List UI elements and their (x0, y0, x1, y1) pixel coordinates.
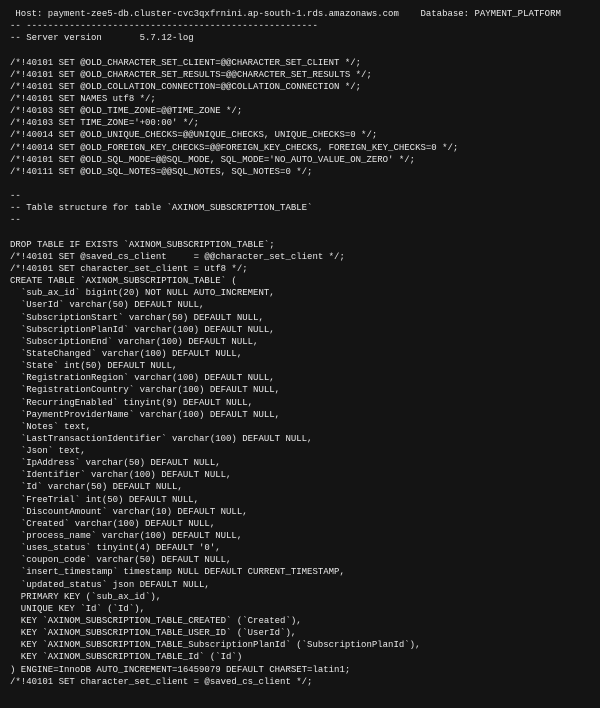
terminal-line: -- (10, 190, 590, 202)
terminal-line (10, 178, 590, 190)
terminal-line: DROP TABLE IF EXISTS `AXINOM_SUBSCRIPTIO… (10, 239, 590, 251)
terminal-line: -- (10, 214, 590, 226)
terminal-line: ) ENGINE=InnoDB AUTO_INCREMENT=16459079 … (10, 664, 590, 676)
terminal-line: CREATE TABLE `AXINOM_SUBSCRIPTION_TABLE`… (10, 275, 590, 287)
terminal-line: -- -------------------------------------… (10, 20, 590, 32)
terminal-line: `Id` varchar(50) DEFAULT NULL, (10, 481, 590, 493)
terminal-line: `IpAddress` varchar(50) DEFAULT NULL, (10, 457, 590, 469)
terminal-line: `Identifier` varchar(100) DEFAULT NULL, (10, 469, 590, 481)
terminal-line: `Json` text, (10, 445, 590, 457)
terminal-line: /*!40101 SET character_set_client = utf8… (10, 263, 590, 275)
terminal-line: `StateChanged` varchar(100) DEFAULT NULL… (10, 348, 590, 360)
terminal-line: -- Table structure for table `AXINOM_SUB… (10, 202, 590, 214)
terminal-line: PRIMARY KEY (`sub_ax_id`), (10, 591, 590, 603)
terminal-line: `State` int(50) DEFAULT NULL, (10, 360, 590, 372)
terminal-line: `UserId` varchar(50) DEFAULT NULL, (10, 299, 590, 311)
terminal-line: `Notes` text, (10, 421, 590, 433)
terminal-line: `DiscountAmount` varchar(10) DEFAULT NUL… (10, 506, 590, 518)
terminal-line: `RegistrationCountry` varchar(100) DEFAU… (10, 384, 590, 396)
terminal-line: `SubscriptionPlanId` varchar(100) DEFAUL… (10, 324, 590, 336)
terminal-line: /*!40103 SET @OLD_TIME_ZONE=@@TIME_ZONE … (10, 105, 590, 117)
terminal-line: KEY `AXINOM_SUBSCRIPTION_TABLE_Id` (`Id`… (10, 651, 590, 663)
terminal-line: /*!40101 SET character_set_client = @sav… (10, 676, 590, 688)
terminal-line: /*!40014 SET @OLD_FOREIGN_KEY_CHECKS=@@F… (10, 142, 590, 154)
terminal-line (10, 688, 590, 700)
terminal-line: Host: payment-zee5-db.cluster-cvc3qxfrni… (10, 8, 590, 20)
terminal-line: `FreeTrial` int(50) DEFAULT NULL, (10, 494, 590, 506)
terminal-line: `RecurringEnabled` tinyint(9) DEFAULT NU… (10, 397, 590, 409)
terminal-line: `PaymentProviderName` varchar(100) DEFAU… (10, 409, 590, 421)
terminal-line: /*!40101 SET @OLD_SQL_MODE=@@SQL_MODE, S… (10, 154, 590, 166)
terminal-line: -- Server version 5.7.12-log (10, 32, 590, 44)
terminal-line: `Created` varchar(100) DEFAULT NULL, (10, 518, 590, 530)
terminal-line: /*!40101 SET NAMES utf8 */; (10, 93, 590, 105)
terminal-line: /*!40101 SET @OLD_CHARACTER_SET_CLIENT=@… (10, 57, 590, 69)
terminal-line: `sub_ax_id` bigint(20) NOT NULL AUTO_INC… (10, 287, 590, 299)
terminal-line: /*!40101 SET @OLD_COLLATION_CONNECTION=@… (10, 81, 590, 93)
terminal-line: /*!40103 SET TIME_ZONE='+00:00' */; (10, 117, 590, 129)
terminal-line: KEY `AXINOM_SUBSCRIPTION_TABLE_CREATED` … (10, 615, 590, 627)
terminal-line: `RegistrationRegion` varchar(100) DEFAUL… (10, 372, 590, 384)
terminal-line: UNIQUE KEY `Id` (`Id`), (10, 603, 590, 615)
terminal-line: KEY `AXINOM_SUBSCRIPTION_TABLE_Subscript… (10, 639, 590, 651)
terminal-line: `coupon_code` varchar(50) DEFAULT NULL, (10, 554, 590, 566)
terminal-line: `SubscriptionEnd` varchar(100) DEFAULT N… (10, 336, 590, 348)
terminal-line: /*!40014 SET @OLD_UNIQUE_CHECKS=@@UNIQUE… (10, 129, 590, 141)
terminal-line: /*!40101 SET @OLD_CHARACTER_SET_RESULTS=… (10, 69, 590, 81)
terminal-line (10, 227, 590, 239)
terminal-line: /*!40101 SET @saved_cs_client = @@charac… (10, 251, 590, 263)
terminal-output: Host: payment-zee5-db.cluster-cvc3qxfrni… (0, 0, 600, 708)
terminal-line: `insert_timestamp` timestamp NULL DEFAUL… (10, 566, 590, 578)
terminal-line: KEY `AXINOM_SUBSCRIPTION_TABLE_USER_ID` … (10, 627, 590, 639)
terminal-line: `updated_status` json DEFAULT NULL, (10, 579, 590, 591)
terminal-line (10, 44, 590, 56)
terminal-line: `process_name` varchar(100) DEFAULT NULL… (10, 530, 590, 542)
terminal-line: `SubscriptionStart` varchar(50) DEFAULT … (10, 312, 590, 324)
terminal-line: `LastTransactionIdentifier` varchar(100)… (10, 433, 590, 445)
terminal-line: /*!40111 SET @OLD_SQL_NOTES=@@SQL_NOTES,… (10, 166, 590, 178)
terminal-line: `uses_status` tinyint(4) DEFAULT '0', (10, 542, 590, 554)
